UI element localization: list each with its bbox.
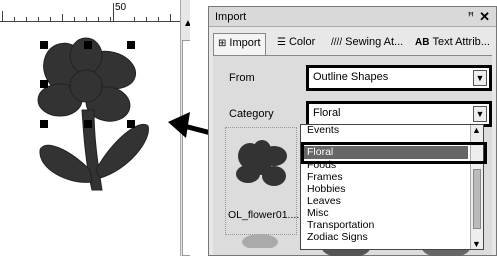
chevron-up-icon[interactable]: ▲: [472, 125, 481, 135]
pin-icon[interactable]: ꟸ: [468, 10, 474, 23]
panel-tabs: ⊞ Import ☰ Color ////Sewing At... AB Text A…: [213, 33, 493, 55]
chevron-down-icon[interactable]: ▼: [473, 70, 487, 86]
dropdown-option[interactable]: Frames: [307, 172, 343, 183]
chevron-down-icon[interactable]: ▼: [472, 239, 481, 249]
selection-handle[interactable]: [40, 41, 48, 49]
scroll-up-icon[interactable]: ▲: [183, 18, 190, 30]
color-icon: ☰: [277, 37, 286, 48]
tab-color[interactable]: ☰ Color: [273, 33, 319, 55]
selection-handle[interactable]: [84, 41, 92, 49]
from-select[interactable]: Outline Shapes ▼: [306, 65, 492, 91]
thumbnail-label: OL_flower01....: [228, 209, 300, 221]
close-icon[interactable]: ✕: [479, 9, 490, 25]
chevron-down-icon[interactable]: ▼: [473, 106, 487, 122]
selection-handle[interactable]: [40, 120, 48, 128]
tab-text-attributes[interactable]: AB Text Attrib...: [411, 33, 494, 55]
panel-title-bar: Import ꟸ ✕: [209, 7, 496, 27]
from-label: From: [229, 72, 255, 84]
text-attrib-icon: AB: [415, 37, 430, 48]
selected-option-callout-box: [301, 142, 487, 164]
category-label: Category: [229, 108, 274, 120]
selection-handle[interactable]: [84, 120, 92, 128]
flower-thumbnail: [236, 140, 287, 186]
selection-handle[interactable]: [127, 41, 135, 49]
selection-handle[interactable]: [127, 120, 135, 128]
partial-thumbnail: [242, 234, 278, 248]
tab-sewing-attributes[interactable]: ////Sewing At...: [327, 33, 407, 55]
from-select-value: Outline Shapes: [313, 71, 389, 83]
category-select-value: Floral: [313, 107, 341, 119]
dropdown-option[interactable]: Hobbies: [307, 184, 346, 195]
selection-handle[interactable]: [40, 80, 48, 88]
import-icon: ⊞: [218, 38, 227, 49]
tab-import[interactable]: ⊞ Import: [213, 33, 266, 55]
panel-title: Import: [215, 11, 247, 23]
dropdown-option[interactable]: Leaves: [307, 196, 341, 207]
dropdown-option[interactable]: Transportation: [307, 220, 374, 231]
dropdown-option[interactable]: Misc: [307, 208, 329, 219]
sewing-icon: ////: [331, 37, 343, 48]
dropdown-option[interactable]: Zodiac Signs: [307, 232, 368, 243]
